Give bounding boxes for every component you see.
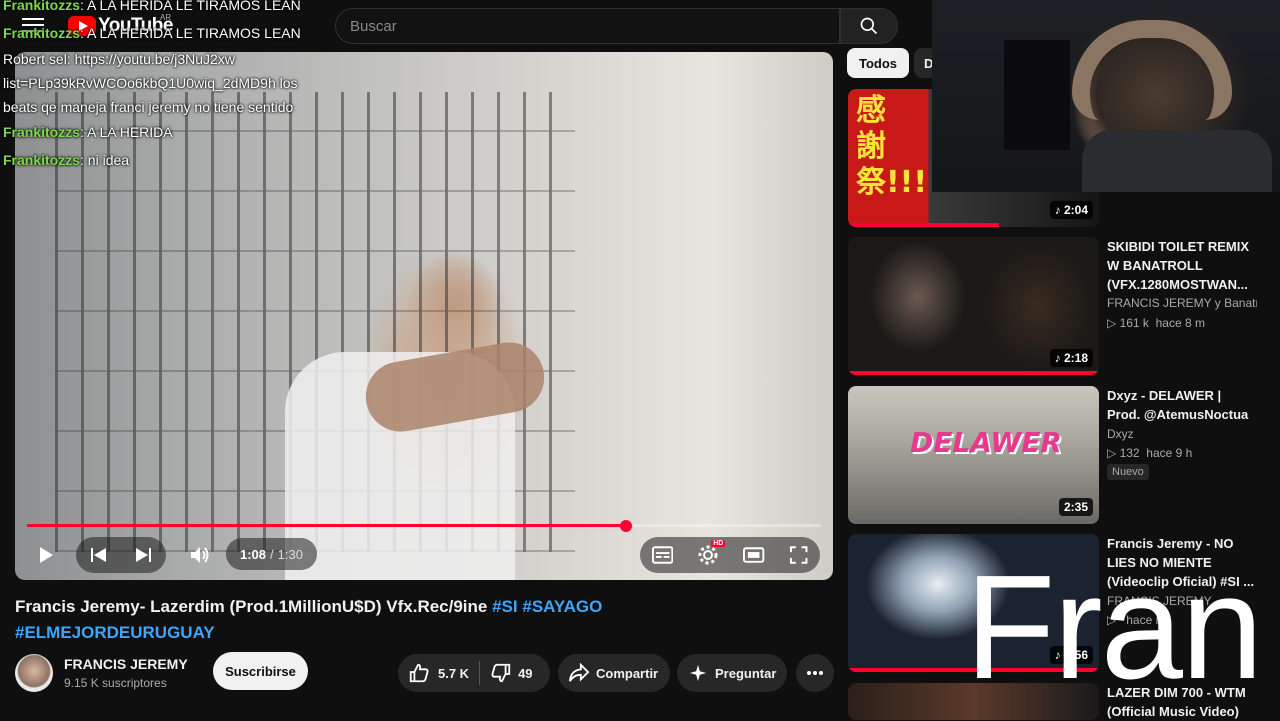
video-title: Francis Jeremy- Lazerdim (Prod.1MillionU… [15, 594, 833, 646]
hashtag-link[interactable]: #ELMEJORDEURUGUAY [15, 623, 215, 642]
video-title-text: Francis Jeremy- Lazerdim (Prod.1MillionU… [15, 597, 493, 616]
like-dislike-group: 5.7 K 49 [398, 654, 550, 692]
fullscreen-icon[interactable] [789, 545, 808, 565]
thumbs-down-icon [491, 663, 511, 683]
search-box [335, 8, 840, 44]
thumbs-up-icon [409, 663, 429, 683]
hd-badge: HD [711, 540, 726, 547]
time-separator: / [270, 546, 274, 562]
progress-played [27, 524, 627, 527]
watched-progress [848, 371, 1099, 375]
hashtag-link[interactable]: #SI [492, 597, 518, 616]
volume-icon [191, 547, 209, 563]
share-button[interactable]: Compartir [558, 654, 670, 692]
chat-message: Frankitozzs: A LA HERIDA [3, 124, 173, 140]
dislike-button[interactable]: 49 [490, 662, 533, 684]
like-divider [479, 661, 481, 685]
settings-button[interactable]: HD [697, 540, 726, 566]
new-badge: Nuevo [1107, 464, 1149, 480]
dislike-count: 49 [518, 665, 533, 681]
current-time: 1:08 [240, 546, 267, 562]
sidebar-video-title[interactable]: SKIBIDI TOILET REMIX W BANATROLL (VFX.12… [1107, 237, 1257, 294]
more-horizontal-icon [807, 671, 823, 675]
prev-next-group [76, 537, 166, 573]
sidebar-video-meta: ▷ 161 k hace 8 m [1107, 316, 1205, 330]
time-display: 1:08 / 1:30 [226, 538, 317, 570]
thumbnail-graffiti: DELAWER [910, 426, 1062, 459]
sidebar-video-thumbnail[interactable]: ♪ 2:18 [848, 237, 1099, 375]
channel-name[interactable]: FRANCIS JEREMY [64, 656, 188, 672]
more-actions-button[interactable] [796, 654, 834, 692]
chip-all[interactable]: Todos [847, 48, 910, 78]
share-label: Compartir [596, 665, 659, 681]
duration-badge: ♪ 2:18 [1049, 349, 1093, 367]
share-icon [569, 663, 590, 682]
duration-badge: 2:35 [1058, 498, 1093, 516]
player-right-controls: HD [640, 537, 820, 573]
stream-chat-overlay: Frankitozzs: A LA HERIDA LE TIRAMOS LEAN… [3, 0, 303, 174]
webcam-background-door [1004, 40, 1070, 150]
duration-badge: ♪ 2:04 [1049, 201, 1093, 219]
like-button[interactable]: 5.7 K [408, 662, 469, 684]
next-icon[interactable] [134, 547, 152, 563]
watched-progress [848, 223, 999, 227]
chat-message: Frankitozzs: A LA HERIDA LE TIRAMOS LEAN [3, 24, 301, 41]
like-count: 5.7 K [438, 665, 470, 681]
webcam-streamer-coat [1082, 130, 1272, 192]
sidebar-video-meta: ▷ 132 hace 9 h [1107, 446, 1193, 460]
chat-message: Frankitozzs: ni idea [3, 151, 130, 168]
subscriber-count: 9.15 K suscriptores [64, 676, 167, 690]
ask-label: Preguntar [715, 665, 777, 681]
subscribe-button[interactable]: Suscribirse [213, 652, 308, 690]
webcam-streamer-hood [1072, 20, 1232, 120]
stream-overlay-text: Fran [965, 545, 1263, 710]
theater-mode-icon[interactable] [743, 547, 765, 563]
sidebar-video-channel[interactable]: Dxyz [1107, 427, 1257, 441]
thumbnail-kanji: 感謝祭!!! [856, 93, 928, 200]
duration: 1:30 [277, 546, 303, 562]
previous-icon[interactable] [90, 547, 108, 563]
sidebar-video-title[interactable]: Dxyz - DELAWER | Prod. @AtemusNoctua [1107, 386, 1257, 424]
search-input[interactable] [350, 17, 839, 35]
search-icon [860, 17, 878, 35]
chat-message: Frankitozzs: A LA HERIDA LE TIRAMOS LEAN [3, 0, 301, 13]
search-button[interactable] [840, 8, 898, 44]
chat-message: Robert sel: https://youtu.be/j3NuJ2xw li… [3, 51, 298, 115]
sidebar-video-thumbnail[interactable]: DELAWER 2:35 [848, 386, 1099, 524]
volume-button[interactable] [184, 537, 216, 573]
sidebar-video-channel[interactable]: FRANCIS JEREMY y Banatr... [1107, 296, 1257, 310]
play-icon [40, 547, 53, 563]
subtitles-icon[interactable] [652, 546, 674, 564]
sparkle-icon [689, 664, 707, 682]
play-button[interactable] [28, 537, 64, 573]
hashtag-link[interactable]: #SAYAGO [522, 597, 602, 616]
channel-avatar[interactable] [15, 654, 53, 692]
streamer-webcam [932, 0, 1280, 192]
settings-gear-icon [698, 545, 718, 565]
ask-button[interactable]: Preguntar [677, 654, 787, 692]
